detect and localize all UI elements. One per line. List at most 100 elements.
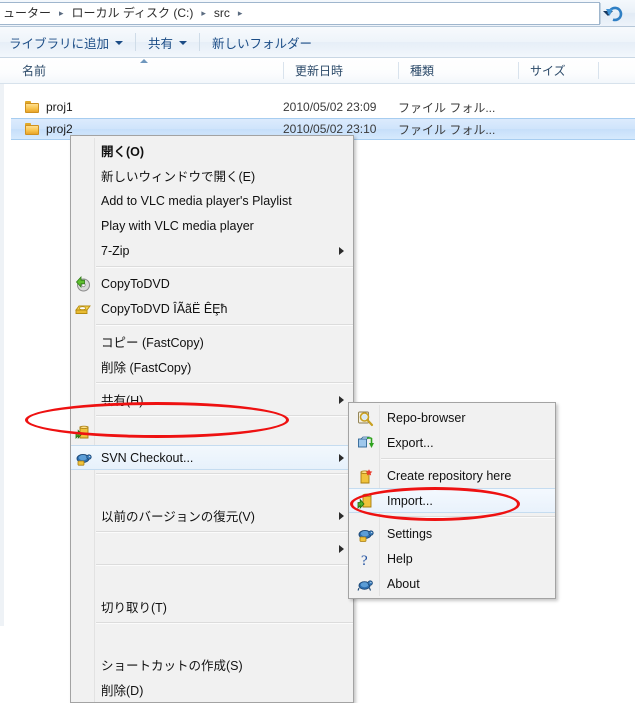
- menu-item-create-shortcut[interactable]: [71, 627, 353, 652]
- menu-separator: [96, 324, 353, 326]
- submenu-item-create-repository-here[interactable]: Create repository here: [349, 463, 555, 488]
- breadcrumb-item-1[interactable]: ローカル ディスク (C:): [69, 3, 197, 24]
- column-header-name[interactable]: 名前: [11, 58, 283, 83]
- menu-item-open[interactable]: 開く(O): [71, 138, 353, 163]
- menu-item-label: Play with VLC media player: [101, 218, 254, 233]
- breadcrumb[interactable]: ューター ▸ ローカル ディスク (C:) ▸ src ▸: [0, 2, 600, 25]
- submenu-item-export[interactable]: Export...: [349, 430, 555, 455]
- column-header-type[interactable]: 種類: [399, 58, 518, 83]
- submenu-item-label: About: [387, 576, 420, 591]
- context-menu[interactable]: 開く(O) 新しいウィンドウで開く(E) Add to VLC media pl…: [70, 135, 354, 703]
- menu-item-label: コピー (FastCopy): [101, 336, 204, 350]
- menu-item-label: 新しいウィンドウで開く(E): [101, 170, 256, 184]
- tortoise-icon: [75, 450, 92, 466]
- submenu-separator: [381, 516, 555, 518]
- copytodvd-tray-icon: [75, 301, 91, 317]
- address-bar-divider: [600, 3, 601, 24]
- submenu-item-label: Import...: [387, 493, 433, 508]
- file-date-cell: 2010/05/02 23:10: [283, 122, 377, 136]
- file-name-label: proj1: [46, 100, 73, 114]
- menu-item-label: 切り取り(T): [101, 601, 167, 615]
- menu-item-vlc-add-playlist[interactable]: Add to VLC media player's Playlist: [71, 188, 353, 213]
- breadcrumb-separator-icon: ▸: [237, 8, 243, 18]
- menu-item-svn-checkout[interactable]: [71, 420, 353, 445]
- column-header-date[interactable]: 更新日時: [284, 58, 398, 83]
- submenu-item-label: Create repository here: [387, 468, 512, 483]
- create-repository-icon: [357, 468, 374, 485]
- breadcrumb-item-2[interactable]: src: [211, 3, 233, 24]
- menu-item-7zip[interactable]: 7-Zip: [71, 238, 353, 263]
- file-name-cell[interactable]: proj2: [11, 122, 283, 136]
- menu-item-label: SVN Checkout...: [101, 450, 194, 465]
- submenu-arrow-icon: [339, 395, 344, 404]
- menu-separator: [96, 382, 353, 384]
- svn-checkout-icon: [75, 425, 91, 441]
- menu-item-label: ショートカットの作成(S): [101, 659, 243, 673]
- menu-separator: [96, 266, 353, 268]
- folder-icon: [25, 123, 39, 135]
- tortoisesvn-submenu[interactable]: Repo-browser Export... Create repository…: [348, 402, 556, 599]
- menu-item-vlc-play[interactable]: Play with VLC media player: [71, 213, 353, 238]
- menu-item-cut[interactable]: [71, 569, 353, 594]
- file-type-cell: ファイル フォル...: [398, 100, 496, 115]
- table-row[interactable]: proj1 2010/05/02 23:09 ファイル フォル...: [11, 96, 635, 118]
- menu-item-label: CopyToDVD ÎÃãË ÊȨħ: [101, 301, 228, 316]
- menu-item-label: 開く(O): [101, 145, 145, 159]
- menu-separator: [96, 622, 353, 624]
- breadcrumb-separator-icon: ▸: [201, 8, 206, 18]
- submenu-item-label: Settings: [387, 526, 433, 541]
- submenu-separator: [381, 458, 555, 460]
- settings-tortoise-icon: [357, 526, 374, 543]
- menu-item-label: 削除 (FastCopy): [101, 361, 192, 375]
- menu-separator: [96, 531, 353, 533]
- menu-item-label: 共有(H): [101, 394, 144, 408]
- column-divider[interactable]: [598, 62, 599, 79]
- import-icon: [357, 493, 374, 510]
- submenu-item-import[interactable]: Import...: [349, 488, 555, 513]
- toolbar-share[interactable]: 共有: [139, 30, 196, 54]
- menu-item-delete[interactable]: ショートカットの作成(S): [71, 652, 353, 677]
- list-left-margin: [0, 84, 4, 626]
- column-header-size[interactable]: サイズ: [519, 58, 598, 83]
- file-date-cell: 2010/05/02 23:09: [283, 100, 377, 114]
- menu-item-open-new-window[interactable]: 新しいウィンドウで開く(E): [71, 163, 353, 188]
- svg-text:?: ?: [361, 553, 368, 568]
- chevron-down-icon: [179, 41, 188, 45]
- menu-item-fastcopy-copy[interactable]: コピー (FastCopy): [71, 329, 353, 354]
- breadcrumb-item-0[interactable]: ューター: [0, 3, 54, 24]
- menu-item-rename[interactable]: 削除(D): [71, 677, 353, 702]
- refresh-icon[interactable]: [605, 2, 635, 25]
- menu-item-tortoisesvn[interactable]: SVN Checkout...: [71, 445, 353, 470]
- submenu-item-label: Export...: [387, 435, 434, 450]
- submenu-item-about[interactable]: About: [349, 571, 555, 596]
- submenu-item-repo-browser[interactable]: Repo-browser: [349, 405, 555, 430]
- menu-item-add-to-library[interactable]: 以前のバージョンの復元(V): [71, 503, 353, 528]
- breadcrumb-separator-icon: ▸: [59, 8, 64, 18]
- submenu-item-help[interactable]: ? Help: [349, 546, 555, 571]
- menu-item-label: 削除(D): [101, 684, 144, 698]
- toolbar-add-to-library-label: ライブラリに追加: [9, 36, 110, 51]
- command-toolbar: ライブラリに追加 共有 新しいフォルダー: [0, 27, 635, 58]
- toolbar-add-to-library[interactable]: ライブラリに追加: [0, 30, 132, 54]
- repo-browser-icon: [357, 410, 374, 427]
- menu-separator: [96, 564, 353, 566]
- toolbar-divider: [135, 33, 137, 51]
- menu-item-share[interactable]: 共有(H): [71, 387, 353, 412]
- toolbar-new-folder[interactable]: 新しいフォルダー: [203, 30, 321, 54]
- submenu-item-label: Help: [387, 551, 413, 566]
- menu-item-restore-previous-versions[interactable]: [71, 478, 353, 503]
- menu-item-send-to[interactable]: [71, 536, 353, 561]
- menu-item-copytodvd[interactable]: CopyToDVD: [71, 271, 353, 296]
- submenu-item-label: Repo-browser: [387, 410, 466, 425]
- menu-item-label: CopyToDVD: [101, 276, 170, 291]
- menu-separator: [96, 415, 353, 417]
- menu-item-copy[interactable]: 切り取り(T): [71, 594, 353, 619]
- menu-item-fastcopy-delete[interactable]: 削除 (FastCopy): [71, 354, 353, 379]
- menu-separator: [96, 473, 353, 475]
- menu-item-copytodvd-alt[interactable]: CopyToDVD ÎÃãË ÊȨħ: [71, 296, 353, 321]
- submenu-arrow-icon: [339, 246, 344, 255]
- file-name-cell[interactable]: proj1: [11, 100, 283, 114]
- file-type-cell: ファイル フォル...: [398, 122, 496, 137]
- submenu-item-settings[interactable]: Settings: [349, 521, 555, 546]
- menu-item-label: 7-Zip: [101, 243, 130, 258]
